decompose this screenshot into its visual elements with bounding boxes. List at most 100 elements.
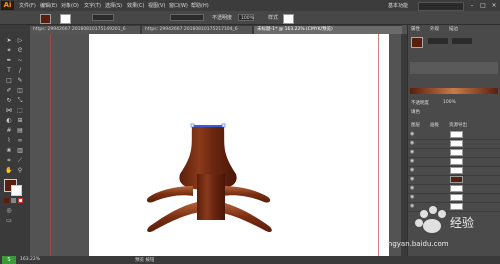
eye-icon[interactable]: ◉ bbox=[410, 195, 415, 200]
fill-swatch[interactable] bbox=[40, 14, 51, 24]
stroke-color-swatch[interactable] bbox=[11, 185, 22, 196]
table-base-illustration[interactable] bbox=[89, 34, 389, 256]
layer-thumbnail bbox=[450, 131, 463, 138]
layer-row[interactable]: ◉ bbox=[408, 149, 500, 158]
appearance-fill-swatch[interactable] bbox=[411, 37, 423, 48]
layers-tab[interactable]: 图层 bbox=[411, 122, 420, 128]
menu-type[interactable]: 文字(T) bbox=[84, 2, 101, 9]
line-tool-icon[interactable]: / bbox=[15, 66, 25, 75]
rectangle-tool-icon[interactable]: □ bbox=[4, 76, 14, 85]
style-swatch[interactable] bbox=[283, 14, 294, 24]
menu-help[interactable]: 帮助(H) bbox=[191, 2, 209, 9]
eye-icon[interactable]: ◉ bbox=[410, 186, 415, 191]
menu-view[interactable]: 视图(V) bbox=[148, 2, 165, 9]
leg-left bbox=[146, 186, 193, 203]
gradient-slider[interactable] bbox=[410, 88, 498, 94]
eye-icon[interactable]: ◉ bbox=[410, 141, 415, 146]
eye-icon[interactable]: ◉ bbox=[410, 177, 415, 182]
layer-thumbnail bbox=[450, 185, 463, 192]
layer-row[interactable]: ◉ bbox=[408, 194, 500, 203]
draw-mode-icon[interactable]: ◎ bbox=[4, 206, 14, 215]
hand-tool-icon[interactable]: ✋ bbox=[4, 166, 14, 175]
layer-row[interactable]: ◉ bbox=[408, 140, 500, 149]
gradient-mode-icon[interactable] bbox=[11, 198, 16, 203]
menu-effect[interactable]: 效果(C) bbox=[127, 2, 144, 9]
menu-window[interactable]: 窗口(W) bbox=[169, 2, 188, 9]
shaper-tool-icon[interactable]: ✐ bbox=[4, 86, 14, 95]
selection-tool-icon[interactable]: ➤ bbox=[4, 36, 14, 45]
tab-document-2[interactable]: https: 29942667 20180810175217104_6 bbox=[142, 26, 252, 34]
tab-document-1[interactable]: https: 29942667 20180810175149201_6 bbox=[30, 26, 140, 34]
workspace-switcher[interactable]: 基本功能 bbox=[388, 2, 408, 9]
guide-line bbox=[50, 34, 51, 256]
document-tabs: https: 29942667 20180810175149201_6 http… bbox=[0, 25, 402, 34]
panel-tab-appearance[interactable]: 外观 bbox=[430, 26, 439, 32]
free-transform-tool-icon[interactable]: ⬚ bbox=[15, 106, 25, 115]
anchor-point bbox=[221, 123, 226, 128]
minimize-icon[interactable]: – bbox=[467, 1, 477, 10]
menu-edit[interactable]: 编辑(E) bbox=[40, 2, 57, 9]
layer-row[interactable]: ◉ bbox=[408, 185, 500, 194]
layer-row[interactable]: ◉ bbox=[408, 131, 500, 140]
layer-row[interactable]: ◉ bbox=[408, 176, 500, 185]
appearance-row[interactable] bbox=[452, 38, 472, 44]
layer-row[interactable]: ◉ bbox=[408, 167, 500, 176]
scale-tool-icon[interactable]: ⤡ bbox=[15, 96, 25, 105]
slice-tool-icon[interactable]: ⟋ bbox=[15, 156, 25, 165]
screen-mode-icon[interactable]: ▭ bbox=[4, 216, 14, 225]
eye-icon[interactable]: ◉ bbox=[410, 150, 415, 155]
lasso-tool-icon[interactable]: ᘓ bbox=[15, 46, 25, 55]
appearance-row[interactable] bbox=[428, 38, 448, 44]
maximize-icon[interactable]: □ bbox=[478, 1, 488, 10]
eye-icon[interactable]: ◉ bbox=[410, 132, 415, 137]
shape-builder-tool-icon[interactable]: ◐ bbox=[4, 116, 14, 125]
close-icon[interactable]: × bbox=[489, 1, 499, 10]
perspective-grid-tool-icon[interactable]: ⊞ bbox=[15, 116, 25, 125]
eye-icon[interactable]: ◉ bbox=[410, 168, 415, 173]
eraser-tool-icon[interactable]: ◫ bbox=[15, 86, 25, 95]
canvas-area[interactable] bbox=[30, 34, 400, 256]
leg-right bbox=[223, 186, 271, 203]
mesh-tool-icon[interactable]: # bbox=[4, 126, 14, 135]
paintbrush-tool-icon[interactable]: ✎ bbox=[15, 76, 25, 85]
layer-row[interactable]: ◉ bbox=[408, 158, 500, 167]
zoom-tool-icon[interactable]: ⚲ bbox=[15, 166, 25, 175]
color-mode-icon[interactable] bbox=[4, 198, 9, 203]
none-mode-icon[interactable] bbox=[18, 198, 23, 203]
artboard-tool-icon[interactable]: ⌗ bbox=[4, 156, 14, 165]
search-input[interactable] bbox=[418, 2, 464, 11]
magic-wand-icon[interactable]: ✶ bbox=[4, 46, 14, 55]
symbol-sprayer-tool-icon[interactable]: ❀ bbox=[4, 146, 14, 155]
panel-tab-properties[interactable]: 属性 bbox=[411, 26, 420, 32]
opacity-value-panel[interactable]: 100% bbox=[443, 100, 456, 105]
opacity-label-panel: 不透明度 bbox=[411, 101, 429, 106]
width-tool-icon[interactable]: ⋈ bbox=[4, 106, 14, 115]
artboard[interactable] bbox=[89, 34, 389, 256]
direct-selection-tool-icon[interactable]: ▷ bbox=[15, 36, 25, 45]
gradient-tool-icon[interactable]: ▤ bbox=[15, 126, 25, 135]
stroke-weight-field[interactable] bbox=[92, 14, 114, 21]
type-tool-icon[interactable]: T bbox=[4, 66, 14, 75]
stroke-swatch[interactable] bbox=[60, 14, 71, 24]
blend-tool-icon[interactable]: ∞ bbox=[15, 136, 25, 145]
color-ramp[interactable] bbox=[410, 62, 498, 74]
eyedropper-tool-icon[interactable]: ⌇ bbox=[4, 136, 14, 145]
curvature-tool-icon[interactable]: ~ bbox=[15, 56, 25, 65]
menu-select[interactable]: 选择(S) bbox=[105, 2, 122, 9]
pen-tool-icon[interactable]: ✒ bbox=[4, 56, 14, 65]
leg-front-right bbox=[217, 202, 272, 233]
control-bar: 不透明度 100% 样式 bbox=[0, 11, 500, 25]
artboards-tab[interactable]: 画板 bbox=[430, 122, 439, 128]
graph-tool-icon[interactable]: ▥ bbox=[15, 146, 25, 155]
zoom-status[interactable]: 163.22% bbox=[20, 257, 40, 262]
menu-object[interactable]: 对象(O) bbox=[61, 2, 79, 9]
asset-export-tab[interactable]: 资源导出 bbox=[449, 122, 467, 128]
eye-icon[interactable]: ◉ bbox=[410, 159, 415, 164]
tab-document-active[interactable]: 未标题-1* @ 163.22% (CMYK/预览) bbox=[254, 26, 402, 34]
menu-file[interactable]: 文件(F) bbox=[19, 2, 36, 9]
panel-tab-stroke[interactable]: 描边 bbox=[449, 26, 458, 32]
opacity-label: 不透明度 bbox=[212, 15, 233, 21]
rotate-tool-icon[interactable]: ↻ bbox=[4, 96, 14, 105]
brush-definition-select[interactable] bbox=[170, 14, 204, 21]
opacity-field[interactable]: 100% bbox=[238, 14, 254, 21]
